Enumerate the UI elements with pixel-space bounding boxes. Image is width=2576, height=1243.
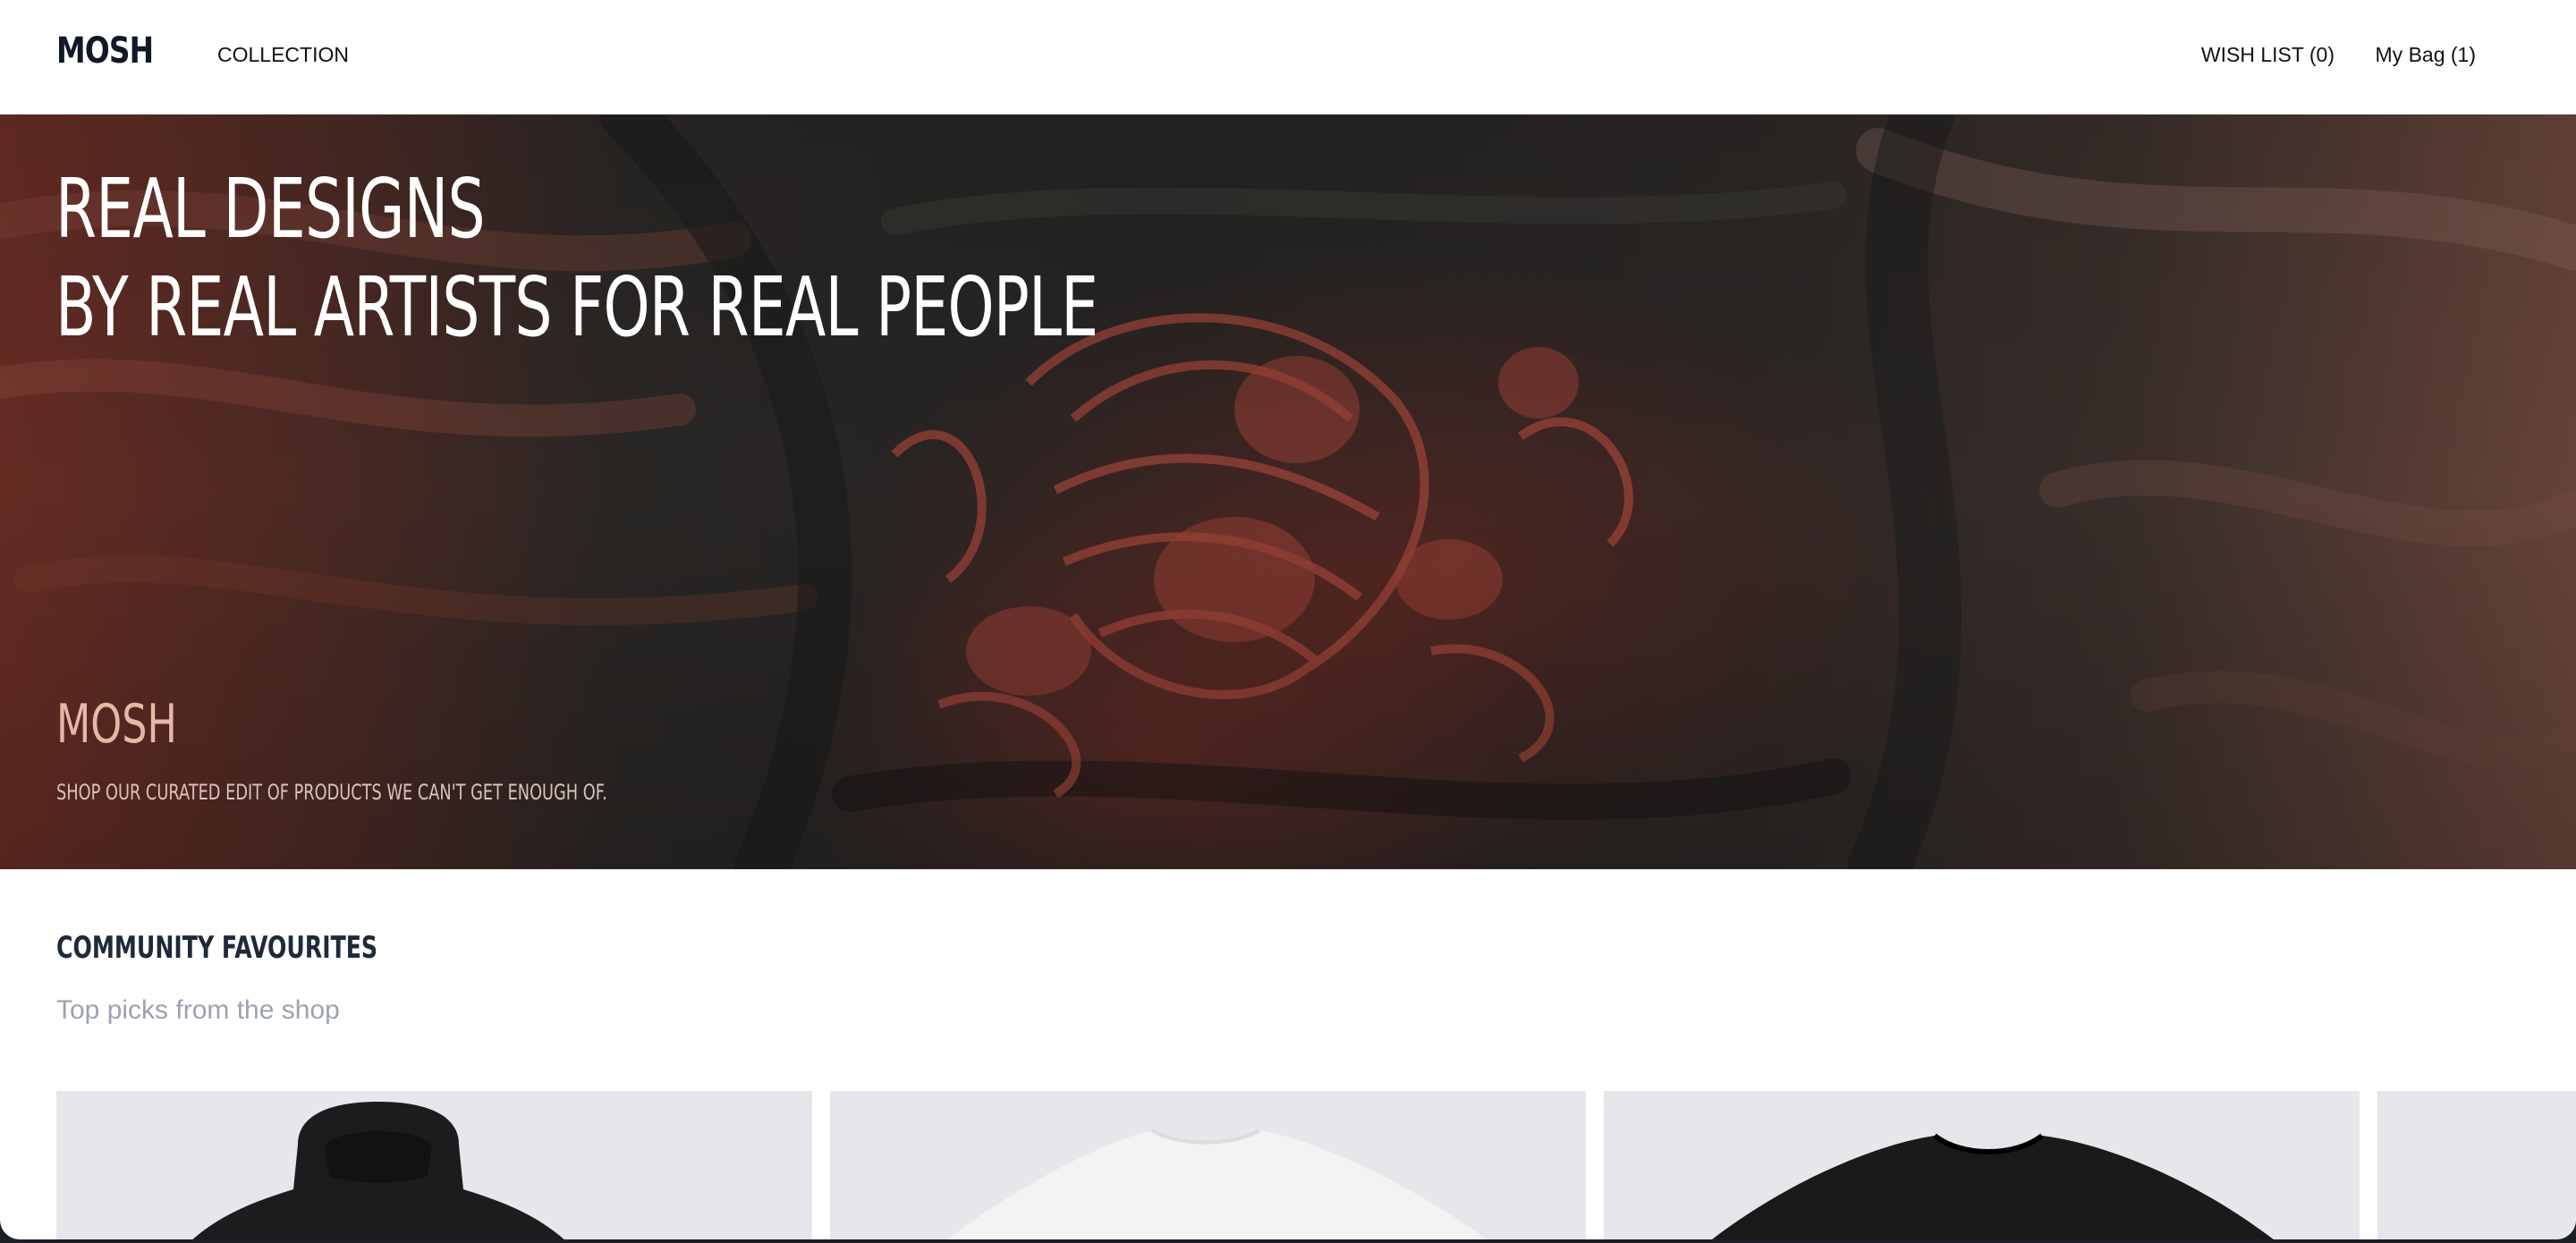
nav-collection-link[interactable]: COLLECTION [217, 43, 349, 67]
hero-title-line-2: BY REAL ARTISTS FOR REAL PEOPLE [55, 259, 1098, 355]
hoodie-icon [192, 1102, 564, 1239]
hero-subtitle: SHOP OUR CURATED EDIT OF PRODUCTS WE CAN… [56, 780, 607, 805]
site-logo[interactable]: MOSH [56, 30, 154, 72]
hero-title-line-1: REAL DESIGNS [55, 161, 486, 257]
nav-wishlist-link[interactable]: WISH LIST (0) [2201, 43, 2334, 67]
product-card[interactable] [2377, 1091, 2576, 1239]
tshirt-icon [1712, 1133, 2274, 1239]
tshirt-icon [947, 1129, 1487, 1239]
hero-brand-name: MOSH [56, 693, 177, 756]
product-card[interactable] [1604, 1091, 2360, 1239]
nav-bag-link[interactable]: My Bag (1) [2376, 43, 2476, 67]
section-title: COMMUNITY FAVOURITES [56, 930, 378, 966]
section-subtitle: Top picks from the shop [56, 995, 340, 1025]
site-header: MOSH COLLECTION WISH LIST (0) My Bag (1) [0, 0, 2576, 114]
page: MOSH COLLECTION WISH LIST (0) My Bag (1) [0, 0, 2576, 1239]
product-card[interactable] [830, 1091, 1586, 1239]
product-card[interactable] [56, 1091, 812, 1239]
